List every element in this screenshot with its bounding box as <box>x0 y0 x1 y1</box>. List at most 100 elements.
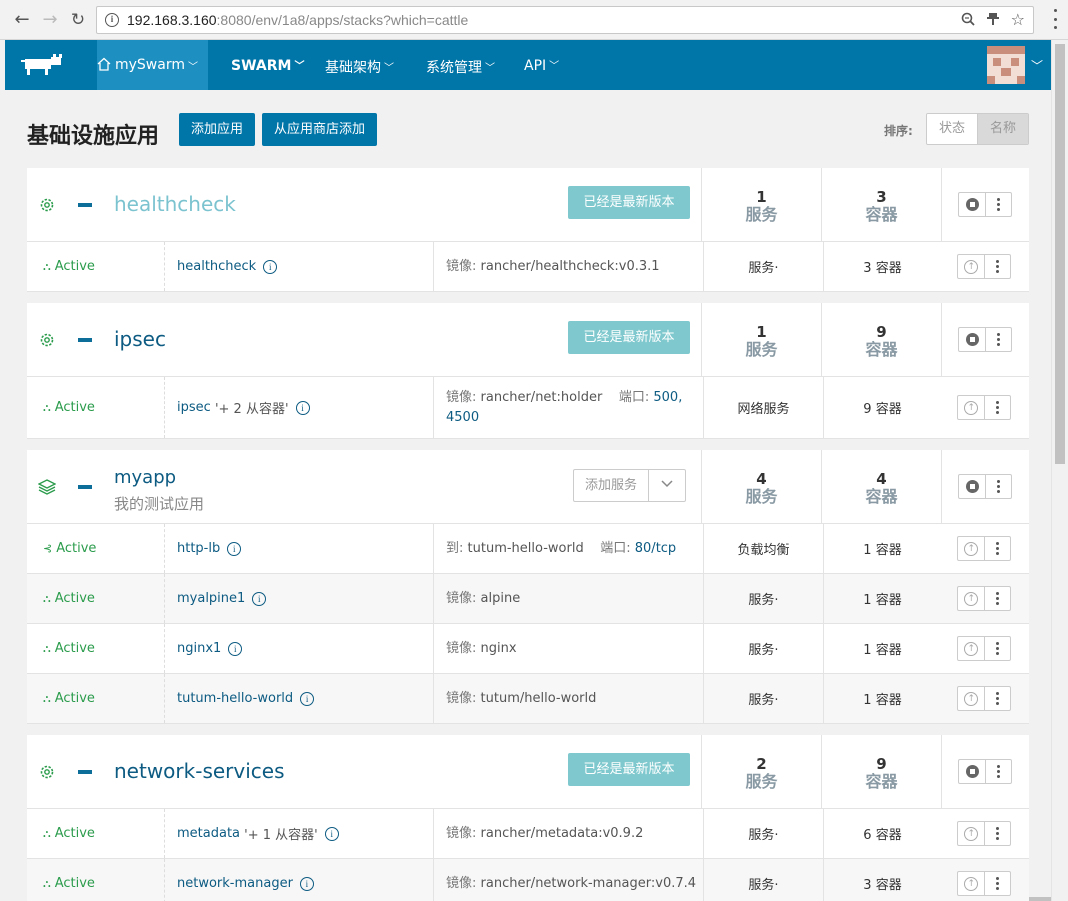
service-count: 4 服务 <box>701 450 821 524</box>
collapse-toggle[interactable] <box>78 338 92 342</box>
more-actions-icon[interactable] <box>984 587 1010 610</box>
container-count: 6 容器 <box>823 809 941 858</box>
rancher-logo-icon[interactable] <box>21 54 65 76</box>
vertical-scrollbar[interactable] <box>1051 40 1068 901</box>
chevron-down-icon: ﹀ <box>549 61 560 72</box>
service-name-link[interactable]: healthcheck i <box>164 242 434 291</box>
container-count: 1 容器 <box>823 674 941 723</box>
service-name-link[interactable]: network-manager i <box>164 859 434 901</box>
upgrade-icon[interactable]: ↑ <box>958 255 984 278</box>
collapse-toggle[interactable] <box>78 485 92 489</box>
more-actions-icon[interactable] <box>984 396 1010 419</box>
extension-pin-icon[interactable] <box>987 12 999 30</box>
stack-actions <box>941 450 1029 524</box>
stop-icon[interactable] <box>959 760 985 783</box>
add-service-split-button: 添加服务 <box>573 469 687 502</box>
nav-swarm[interactable]: SWARM ﹀ <box>231 57 304 74</box>
more-actions-icon[interactable] <box>984 872 1010 895</box>
back-arrow-icon[interactable]: ← <box>10 8 34 32</box>
info-icon[interactable]: i <box>295 400 310 415</box>
info-icon[interactable]: i <box>300 691 315 706</box>
app-header: mySwarm ﹀ SWARM ﹀ 基础架构 ﹀ 系统管理 ﹀ API ﹀ ﹀ <box>5 40 1051 90</box>
info-icon[interactable]: i <box>263 259 278 274</box>
container-count: 9 容器 <box>821 303 941 377</box>
service-count: 2 服务 <box>701 735 821 809</box>
info-icon[interactable]: i <box>227 541 242 556</box>
more-actions-icon[interactable] <box>985 475 1011 498</box>
add-stack-button[interactable]: 添加应用 <box>179 113 256 146</box>
upgrade-icon[interactable]: ↑ <box>958 687 984 710</box>
collapse-toggle[interactable] <box>78 203 92 207</box>
upgrade-icon[interactable]: ↑ <box>958 537 984 560</box>
url-text[interactable]: 192.168.3.160:8080/env/1a8/apps/stacks?w… <box>127 12 468 28</box>
collapse-toggle[interactable] <box>78 770 92 774</box>
upgrade-icon[interactable]: ↑ <box>958 637 984 660</box>
service-name-link[interactable]: ipsec '+ 2 从容器' i <box>164 377 434 438</box>
zoom-icon[interactable] <box>961 12 975 30</box>
more-actions-icon[interactable] <box>984 687 1010 710</box>
nav-api[interactable]: API ﹀ <box>524 57 559 74</box>
info-icon[interactable]: i <box>299 876 314 891</box>
stack-name[interactable]: healthcheck <box>114 192 236 216</box>
detail-cell: 镜像: tutum/hello-world <box>433 674 703 723</box>
more-actions-icon[interactable] <box>984 822 1010 845</box>
reload-icon[interactable]: ↻ <box>66 8 90 32</box>
more-actions-icon[interactable] <box>984 255 1010 278</box>
more-actions-icon[interactable] <box>984 537 1010 560</box>
sort-by-state-button[interactable]: 状态 <box>927 114 978 144</box>
table-row: ⊰ Active http-lb i 到: tutum-hello-world 端口… <box>27 524 1029 574</box>
nav-infrastructure[interactable]: 基础架构 ﹀ <box>325 57 394 77</box>
environment-menu[interactable]: mySwarm ﹀ <box>97 40 208 90</box>
upgrade-icon[interactable]: ↑ <box>958 822 984 845</box>
row-actions: ↑ <box>941 674 1029 723</box>
home-icon <box>97 57 111 73</box>
row-actions: ↑ <box>941 809 1029 858</box>
upgrade-icon[interactable]: ↑ <box>958 872 984 895</box>
stack-name[interactable]: ipsec <box>114 327 166 351</box>
more-actions-icon[interactable] <box>984 637 1010 660</box>
up-to-date-button[interactable]: 已经是最新版本 <box>568 321 690 354</box>
site-info-icon[interactable]: i <box>105 13 119 27</box>
stack-name[interactable]: network-services <box>114 759 285 783</box>
bookmark-star-icon[interactable]: ☆ <box>1011 10 1025 29</box>
browser-menu-icon[interactable] <box>1052 9 1058 29</box>
service-name-link[interactable]: http-lb i <box>164 524 434 573</box>
up-to-date-button[interactable]: 已经是最新版本 <box>568 186 690 219</box>
service-type: 负载均衡 <box>703 524 823 573</box>
more-actions-icon[interactable] <box>985 193 1011 216</box>
stack-actions <box>941 303 1029 377</box>
containers-icon: ⛬ <box>43 259 51 273</box>
scrollbar-thumb[interactable] <box>1055 44 1065 464</box>
chevron-down-icon[interactable] <box>648 470 685 501</box>
container-count: 3 容器 <box>823 242 941 291</box>
service-name-link[interactable]: tutum-hello-world i <box>164 674 434 723</box>
service-name-link[interactable]: metadata '+ 1 从容器' i <box>164 809 434 858</box>
nav-admin[interactable]: 系统管理 ﹀ <box>426 57 495 77</box>
forward-arrow-icon[interactable]: → <box>38 8 62 32</box>
add-service-button[interactable]: 添加服务 <box>574 470 648 501</box>
more-actions-icon[interactable] <box>985 760 1011 783</box>
containers-icon: ⛬ <box>43 691 51 705</box>
more-actions-icon[interactable] <box>985 328 1011 351</box>
service-name-link[interactable]: myalpine1 i <box>164 574 434 623</box>
detail-cell: 镜像: rancher/net:holder 端口: 500, 4500 <box>433 377 703 438</box>
service-name-link[interactable]: nginx1 i <box>164 624 434 673</box>
info-icon[interactable]: i <box>252 591 267 606</box>
user-avatar[interactable] <box>987 46 1025 84</box>
upgrade-icon[interactable]: ↑ <box>958 396 984 419</box>
stack-name[interactable]: myapp <box>114 467 176 488</box>
info-icon[interactable]: i <box>228 641 243 656</box>
state-cell: ⊰ Active <box>43 541 97 556</box>
info-icon[interactable]: i <box>324 826 339 841</box>
stack-actions <box>941 735 1029 809</box>
chevron-down-icon: ﹀ <box>485 63 495 74</box>
up-to-date-button[interactable]: 已经是最新版本 <box>568 753 690 786</box>
upgrade-icon[interactable]: ↑ <box>958 587 984 610</box>
sort-by-name-button[interactable]: 名称 <box>977 114 1029 144</box>
add-from-catalog-button[interactable]: 从应用商店添加 <box>262 113 378 146</box>
stop-icon[interactable] <box>959 328 985 351</box>
chevron-down-icon[interactable]: ﹀ <box>1031 57 1043 74</box>
address-bar[interactable]: i 192.168.3.160:8080/env/1a8/apps/stacks… <box>96 6 1034 34</box>
stop-icon[interactable] <box>959 475 985 498</box>
stop-icon[interactable] <box>959 193 985 216</box>
